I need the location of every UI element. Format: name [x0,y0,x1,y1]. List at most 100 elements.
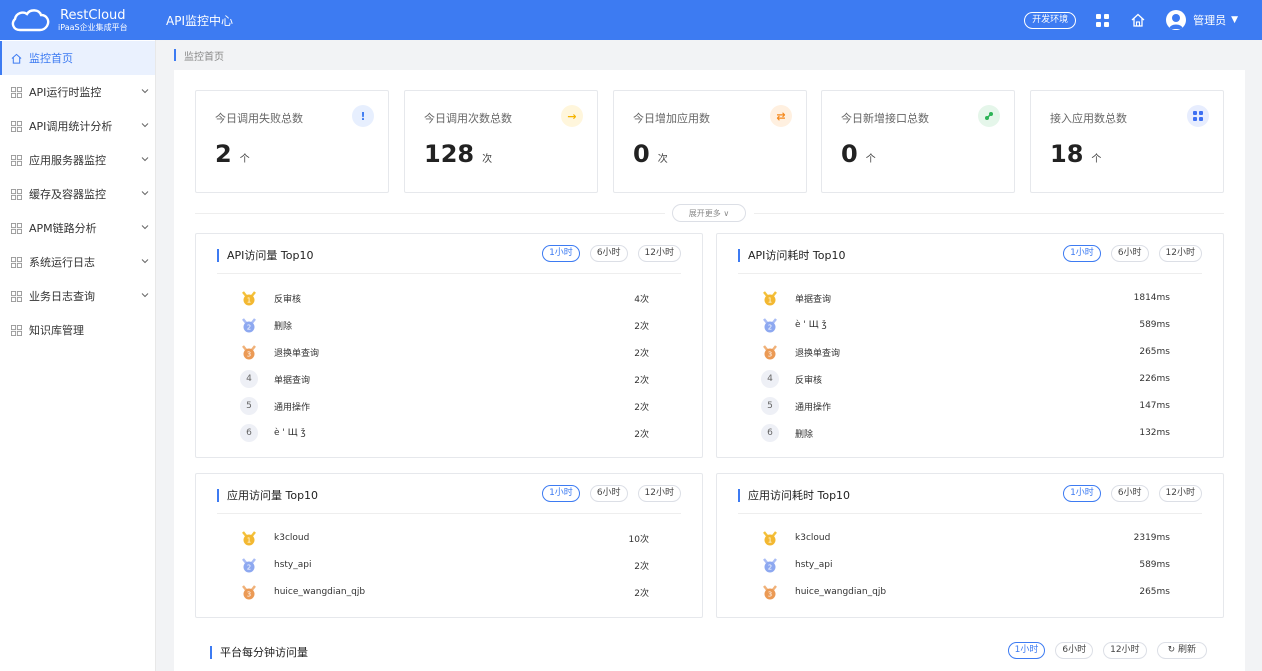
range-6h-button[interactable]: 6小时 [1110,245,1149,262]
home-icon[interactable] [1130,12,1146,28]
svg-text:3: 3 [247,591,251,599]
item-name: 反审核 [795,375,823,386]
range-1h-button[interactable]: 1小时 [1007,642,1046,659]
range-12h-button[interactable]: 12小时 [637,485,681,502]
item-name: 通用操作 [795,402,832,413]
range-12h-button[interactable]: 12小时 [1158,485,1202,502]
stat-card-new-apps[interactable]: 今日增加应用数 ⇄ 0次 [613,90,807,193]
item-value: 2次 [634,375,649,386]
stat-value: 0次 [633,140,668,168]
grid-icon [11,324,22,336]
sidebar-item-apm[interactable]: APM链路分析 [0,211,155,245]
list-item[interactable]: 2 è ' Щ ǯ 589ms [761,315,1170,335]
list-item[interactable]: 2 hsty_api 2次 [240,555,649,575]
stat-card-failures[interactable]: 今日调用失败总数 ! 2个 [195,90,389,193]
svg-text:1: 1 [768,537,772,545]
logo-subtitle: iPaaS企业集成平台 [58,22,128,32]
refresh-button[interactable]: ↻ 刷新 [1156,642,1207,659]
sidebar-item-app-server[interactable]: 应用服务器监控 [0,143,155,177]
silver-medal-icon: 2 [240,316,258,334]
home-icon [11,53,22,64]
item-value: 2次 [634,348,649,359]
grid-icon [11,86,22,98]
chevron-down-icon [141,191,149,196]
list-item[interactable]: 6 è ' Щ ǯ 2次 [240,423,649,443]
grid-icon [11,188,22,200]
list-item[interactable]: 4 反审核 226ms [761,369,1170,389]
sidebar-item-label: 缓存及容器监控 [29,188,106,201]
list-item[interactable]: 5 通用操作 147ms [761,396,1170,416]
sidebar-item-business-log[interactable]: 业务日志查询 [0,279,155,313]
range-6h-button[interactable]: 6小时 [589,485,628,502]
range-6h-button[interactable]: 6小时 [589,245,628,262]
item-value: 2次 [634,561,649,572]
silver-medal-icon: 2 [761,316,779,334]
item-value: 2次 [634,588,649,599]
panel-app-time: 应用访问耗时 Top10 1小时 6小时 12小时 1 k3cloud 2319… [716,473,1224,618]
item-name: è ' Щ ǯ [274,428,306,438]
sidebar-item-knowledge-base[interactable]: 知识库管理 [0,313,155,347]
list-item[interactable]: 2 hsty_api 589ms [761,555,1170,575]
user-avatar[interactable] [1166,10,1187,30]
range-12h-button[interactable]: 12小时 [1158,245,1202,262]
panel-api-time: API访问耗时 Top10 1小时 6小时 12小时 1 单据查询 1814ms… [716,233,1224,458]
sidebar-item-label: 监控首页 [29,52,73,65]
sidebar-item-home[interactable]: 监控首页 [0,41,155,75]
app-title: API监控中心 [166,13,233,28]
range-1h-button[interactable]: 1小时 [542,245,580,262]
chevron-down-icon [141,225,149,230]
panel-title: 应用访问量 Top10 [217,487,318,503]
list-item[interactable]: 1 反审核 4次 [240,288,649,308]
list-item[interactable]: 1 k3cloud 2319ms [761,528,1170,548]
stat-card-calls[interactable]: 今日调用次数总数 → 128 次 [404,90,598,193]
range-12h-button[interactable]: 12小时 [1103,642,1147,659]
list-item[interactable]: 1 单据查询 1814ms [761,288,1170,308]
range-1h-button[interactable]: 1小时 [1063,245,1101,262]
stat-label: 今日调用次数总数 [424,112,512,125]
sidebar-item-api-statistics[interactable]: API调用统计分析 [0,109,155,143]
user-menu-caret-icon[interactable]: ▼ [1231,15,1238,25]
arrow-right-icon: → [561,105,583,127]
logo[interactable]: RestCloud iPaaS企业集成平台 [0,0,156,40]
environment-button[interactable]: 开发环境 [1024,11,1077,29]
sidebar-item-cache-container[interactable]: 缓存及容器监控 [0,177,155,211]
range-6h-button[interactable]: 6小时 [1110,485,1149,502]
rank-number: 5 [761,397,779,415]
stat-card-new-apis[interactable]: 今日新增接口总数 0个 [821,90,1015,193]
list-item[interactable]: 3 huice_wangdian_qjb 2次 [240,582,649,602]
svg-text:1: 1 [247,297,251,305]
list-item[interactable]: 6 删除 132ms [761,423,1170,443]
list-item[interactable]: 3 huice_wangdian_qjb 265ms [761,582,1170,602]
range-1h-button[interactable]: 1小时 [1063,485,1101,502]
apps-grid-icon[interactable] [1094,12,1110,28]
grid-icon [11,222,22,234]
rank-number: 6 [240,424,258,442]
item-value: 1814ms [1133,293,1170,303]
list-item[interactable]: 1 k3cloud 10次 [240,528,649,548]
svg-text:1: 1 [768,297,772,305]
exclamation-icon: ! [352,105,374,127]
range-6h-button[interactable]: 6小时 [1055,642,1094,659]
list-item[interactable]: 5 通用操作 2次 [240,396,649,416]
list-item[interactable]: 4 单据查询 2次 [240,369,649,389]
range-12h-button[interactable]: 12小时 [637,245,681,262]
sidebar-item-system-log[interactable]: 系统运行日志 [0,245,155,279]
expand-more-button[interactable]: 展开更多 ∨ [672,204,746,222]
item-name: 删除 [274,321,293,332]
stat-card-connected-apps[interactable]: 接入应用数总数 18 个 [1030,90,1224,193]
item-name: 退换单查询 [795,348,841,359]
section-title: 平台每分钟访问量 [210,644,308,660]
time-range-selector: 1小时 6小时 12小时 [532,245,681,262]
range-1h-button[interactable]: 1小时 [542,485,580,502]
sidebar: 监控首页 API运行时监控 API调用统计分析 应用服务器监控 缓存及容器监控 … [0,40,156,671]
list-item[interactable]: 3 退换单查询 2次 [240,342,649,362]
sidebar-item-api-runtime[interactable]: API运行时监控 [0,75,155,109]
list-item[interactable]: 3 退换单查询 265ms [761,342,1170,362]
user-name[interactable]: 管理员 [1193,12,1226,28]
stat-label: 接入应用数总数 [1050,112,1127,125]
list-item[interactable]: 2 删除 2次 [240,315,649,335]
item-value: 265ms [1139,587,1170,597]
item-value: 132ms [1139,428,1170,438]
bronze-medal-icon: 3 [240,583,258,601]
svg-text:1: 1 [247,537,251,545]
